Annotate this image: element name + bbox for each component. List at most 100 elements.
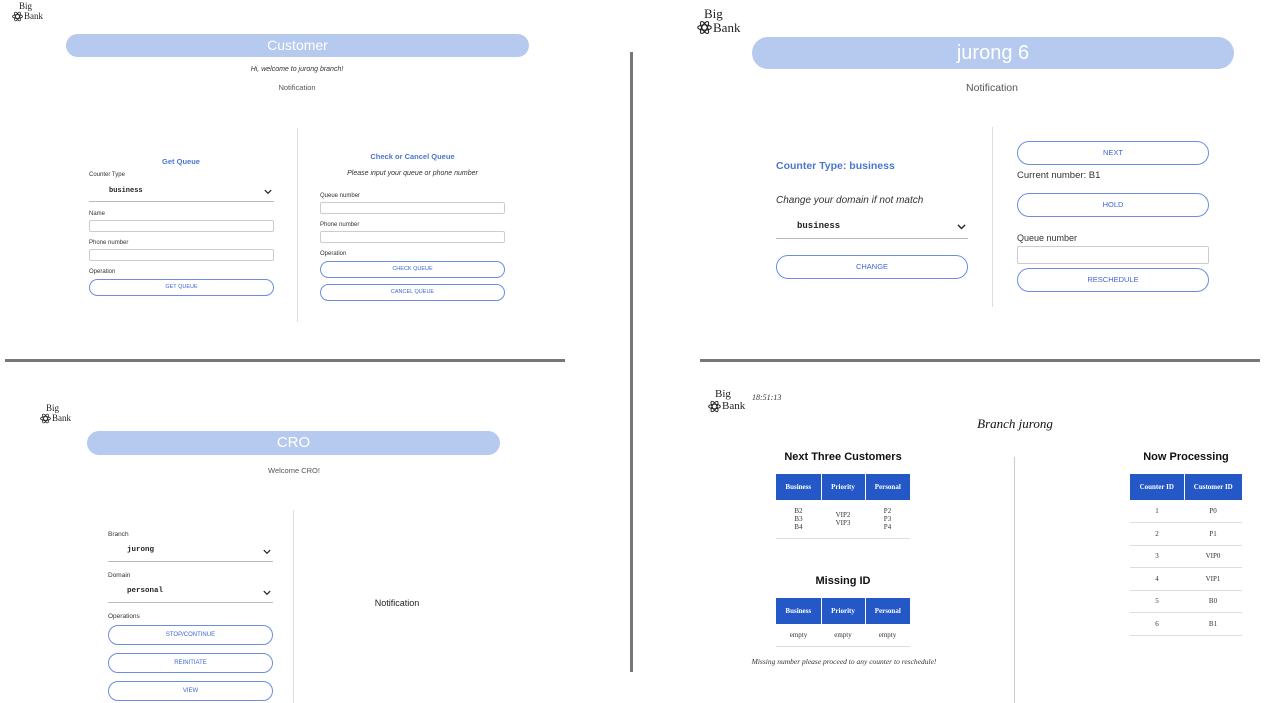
welcome-text: Welcome CRO! xyxy=(268,466,320,475)
chevron-down-icon xyxy=(957,224,966,230)
customer-banner: Customer xyxy=(66,34,529,57)
page-title: jurong 6 xyxy=(956,42,1030,64)
customer-id-cell: B1 xyxy=(1208,619,1218,628)
counter-column-divider xyxy=(992,127,993,307)
missing-id-table: Business Priority Personal empty empty e… xyxy=(776,598,910,647)
check-phone-label: Phone number xyxy=(320,222,360,228)
notification-text: Notification xyxy=(966,82,1018,94)
change-button[interactable]: CHANGE xyxy=(776,255,968,279)
horizontal-divider-right xyxy=(700,359,1260,362)
customer-id-cell: B0 xyxy=(1208,597,1218,606)
bigbank-logo: Big Bank xyxy=(12,2,43,22)
table-cell: empty xyxy=(789,630,808,639)
table-row: 5 B0 xyxy=(1130,590,1242,613)
phone-label: Phone number xyxy=(89,240,129,246)
customer-id-cell: VIP0 xyxy=(1205,552,1221,561)
queue-number-field[interactable] xyxy=(1017,246,1209,264)
queue-number-field[interactable] xyxy=(320,202,505,214)
counter-id-cell: 5 xyxy=(1155,597,1159,606)
cro-column-divider xyxy=(293,510,294,703)
name-label: Name xyxy=(89,211,106,217)
check-operation-label: Operation xyxy=(320,251,347,257)
atom-icon xyxy=(708,400,721,413)
customer-id-cell: VIP1 xyxy=(1205,574,1221,583)
table-row: 1 P0 xyxy=(1130,500,1242,523)
table-row: 3 VIP0 xyxy=(1130,545,1242,568)
next-three-table: Business Priority Personal B2 B3 B4 VIP2 VI… xyxy=(776,474,910,539)
name-field[interactable] xyxy=(89,220,274,232)
missing-id-title: Missing ID xyxy=(815,575,871,587)
check-phone-field[interactable] xyxy=(320,231,505,243)
cro-banner: CRO xyxy=(87,431,500,455)
next-button[interactable]: NEXT xyxy=(1017,141,1209,165)
view-button[interactable]: VIEW xyxy=(108,681,273,701)
counter-id-cell: 4 xyxy=(1155,574,1159,583)
table-cell: empty xyxy=(878,630,897,639)
counter-id-cell: 6 xyxy=(1155,619,1159,628)
branch-label: Branch xyxy=(108,531,129,538)
table-header: Priority xyxy=(821,474,866,500)
branch-select[interactable]: jurong xyxy=(108,542,273,562)
notification-text: Notification xyxy=(278,83,316,92)
stop-continue-button[interactable]: STOP/CONTINUE xyxy=(108,625,273,645)
bigbank-logo: Big Bank xyxy=(40,404,71,424)
now-processing-title: Now Processing xyxy=(1143,451,1229,463)
table-row: 6 B1 xyxy=(1130,613,1242,635)
table-row: B2 B3 B4 VIP2 VIP3 P2 P3 P4 xyxy=(776,500,910,538)
table-header: Personal xyxy=(865,598,910,624)
horizontal-divider-left xyxy=(5,359,565,362)
table-cell: empty xyxy=(834,630,852,639)
table-header: Business xyxy=(776,598,822,624)
operations-label: Operations xyxy=(108,613,140,620)
atom-icon xyxy=(12,11,23,22)
branch-title: Branch jurong xyxy=(977,416,1053,431)
counter-type-select[interactable]: business xyxy=(89,183,274,202)
chevron-down-icon xyxy=(264,189,272,195)
domain-select[interactable]: personal xyxy=(108,583,273,603)
cancel-queue-button[interactable]: CANCEL QUEUE xyxy=(320,284,505,301)
domain-label: Domain xyxy=(108,572,131,579)
customer-id-cell: P0 xyxy=(1209,507,1217,515)
counter-type-title: Counter Type: business xyxy=(776,160,895,172)
counter-id-cell: 2 xyxy=(1155,529,1159,538)
hold-button[interactable]: HOLD xyxy=(1017,193,1209,217)
queue-number-label: Queue number xyxy=(1017,233,1078,243)
bigbank-logo: Big Bank xyxy=(697,7,740,35)
current-number-text: Current number: B1 xyxy=(1017,170,1101,181)
missing-note: Missing number please proceed to any cou… xyxy=(751,657,937,666)
check-queue-button[interactable]: CHECK QUEUE xyxy=(320,261,505,278)
chevron-down-icon xyxy=(263,549,271,554)
check-cancel-title: Check or Cancel Queue xyxy=(370,152,455,161)
get-queue-button[interactable]: GET QUEUE xyxy=(89,279,274,296)
phone-field[interactable] xyxy=(89,249,274,261)
clock-time: 18:51:13 xyxy=(752,393,782,402)
domain-select[interactable]: business xyxy=(776,216,968,239)
chevron-down-icon xyxy=(263,590,271,595)
table-cell: B2 B3 B4 xyxy=(794,506,803,531)
counter-banner: jurong 6 xyxy=(752,37,1234,69)
table-cell: P2 P3 P4 xyxy=(883,506,892,531)
table-header: Counter ID xyxy=(1130,474,1185,500)
notification-text: Notification xyxy=(374,598,420,608)
reschedule-button[interactable]: RESCHEDULE xyxy=(1017,268,1209,292)
welcome-text: Hi, welcome to jurong branch! xyxy=(250,66,344,73)
check-cancel-subtitle: Please input your queue or phone number xyxy=(347,170,478,177)
page-title: CRO xyxy=(276,434,311,451)
table-row: 2 P1 xyxy=(1130,523,1242,545)
queue-number-label: Queue number xyxy=(320,193,361,199)
reinitiate-button[interactable]: REINITIATE xyxy=(108,653,273,673)
counter-type-label: Counter Type xyxy=(89,172,125,178)
table-header: Business xyxy=(776,474,822,500)
customer-id-cell: P1 xyxy=(1209,529,1217,538)
table-header: Priority xyxy=(821,598,866,624)
bigbank-logo: Big Bank xyxy=(708,389,745,413)
display-column-divider xyxy=(1014,457,1015,703)
next-three-title: Next Three Customers xyxy=(784,451,902,463)
customer-column-divider xyxy=(297,128,298,322)
table-row: 4 VIP1 xyxy=(1130,568,1242,590)
change-domain-text: Change your domain if not match xyxy=(776,195,924,206)
table-row: empty empty empty xyxy=(776,624,910,646)
now-processing-table: Counter ID Customer ID 1 P0 2 P1 3 VIP0 4 VI… xyxy=(1130,474,1242,636)
page-title: Customer xyxy=(267,37,328,53)
table-header: Customer ID xyxy=(1184,474,1242,500)
